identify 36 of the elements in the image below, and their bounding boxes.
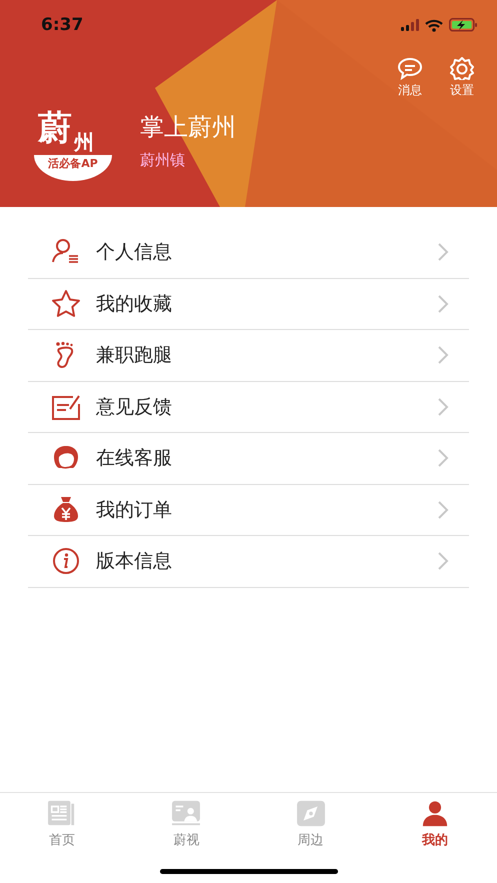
logo-banner: 活必备AP (34, 155, 112, 181)
tab[interactable]: 首页 (0, 800, 124, 849)
chevron-icon (437, 396, 449, 417)
chevron-icon (437, 551, 449, 572)
chevron-icon (437, 242, 449, 262)
info-icon (51, 546, 81, 576)
location-label: 蔚州镇 (140, 150, 186, 170)
messages-button[interactable]: 消息 (397, 56, 423, 99)
chevron-icon (437, 294, 449, 314)
tab[interactable]: 蔚视 (124, 800, 248, 849)
picture-card-icon (171, 800, 202, 827)
chevron-icon (437, 448, 449, 468)
chat-bubble-icon (397, 56, 423, 80)
logo-glyph: 州 (74, 129, 94, 156)
star-icon (51, 288, 81, 319)
chevron-icon (437, 500, 449, 520)
menu-item[interactable]: 版本信息 (28, 536, 469, 586)
money-bag-icon (51, 494, 81, 525)
compass-icon (296, 800, 326, 827)
signal-icon (401, 19, 419, 31)
menu-item[interactable]: 意见反馈 (28, 382, 469, 432)
menu-item[interactable]: 我的订单 (28, 484, 469, 535)
settings-button[interactable]: 设置 (449, 56, 475, 99)
tab[interactable]: 我的 (372, 800, 497, 849)
logo-glyph: 蔚 (38, 107, 72, 150)
app-title: 掌上蔚州 (140, 112, 236, 142)
menu-item[interactable]: 兼职跑腿 (28, 330, 469, 380)
battery-icon (449, 18, 477, 32)
menu-item[interactable]: 在线客服 (28, 433, 469, 484)
menu-item[interactable]: 我的收藏 (28, 278, 469, 329)
wifi-icon (425, 18, 443, 32)
chevron-icon (437, 345, 449, 366)
status-time: 6:37 (41, 15, 84, 35)
menu-item[interactable]: 个人信息 (28, 227, 469, 278)
settings-icon (449, 56, 475, 80)
tab[interactable]: 周边 (248, 800, 373, 849)
